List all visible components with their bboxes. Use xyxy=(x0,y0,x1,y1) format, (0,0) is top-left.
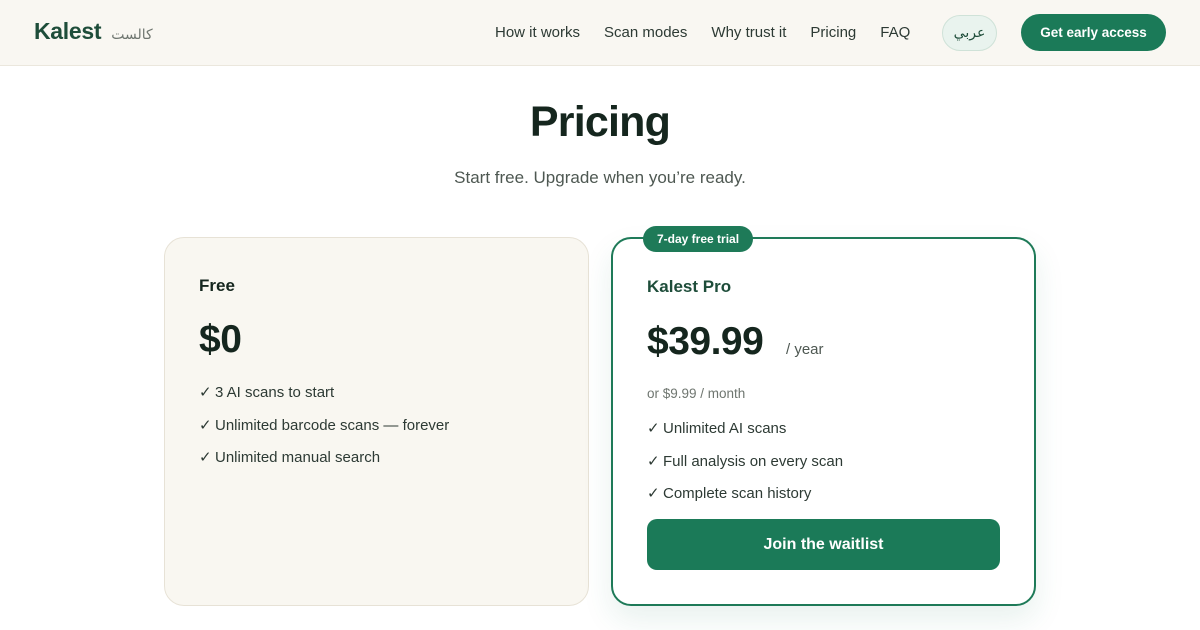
feature-item: ✓ Unlimited AI scans xyxy=(647,420,843,453)
logo-arabic-text: كالست xyxy=(111,27,153,43)
check-icon: ✓ xyxy=(199,416,212,434)
join-waitlist-button[interactable]: Join the waitlist xyxy=(647,519,1000,570)
feature-list: ✓ Unlimited AI scans ✓ Full analysis on ev… xyxy=(647,420,843,518)
nav-link-how-it-works[interactable]: How it works xyxy=(495,24,580,41)
logo[interactable]: Kalest كالست xyxy=(34,18,153,45)
main-nav: How it works Scan modes Why trust it Pri… xyxy=(495,0,910,64)
get-early-access-button[interactable]: Get early access xyxy=(1021,14,1166,51)
nav-link-scan-modes[interactable]: Scan modes xyxy=(604,24,687,41)
pro-plan-card: Kalest Pro $39.99 / year or $9.99 / mont… xyxy=(611,237,1036,606)
page-title: Pricing xyxy=(529,98,671,146)
site-header: Kalest كالست How it works Scan modes Why… xyxy=(0,0,1200,66)
feature-label: Unlimited AI scans xyxy=(663,420,787,437)
feature-label: Full analysis on every scan xyxy=(663,452,844,470)
monthly-price-note: or $9.99 / month xyxy=(647,386,746,401)
plan-name: Kalest Pro xyxy=(647,277,732,296)
check-icon: ✓ xyxy=(647,420,660,437)
plan-price: $0 xyxy=(199,318,242,361)
check-icon: ✓ xyxy=(199,449,212,466)
feature-label: 3 AI scans to start xyxy=(215,384,335,401)
trial-badge: 7-day free trial xyxy=(643,226,754,252)
free-plan-card: Free $0 ✓ 3 AI scans to start ✓ Unlimited … xyxy=(164,237,589,606)
feature-item: ✓ Complete scan history xyxy=(647,485,843,518)
plan-period: / year xyxy=(786,341,824,358)
nav-link-faq[interactable]: FAQ xyxy=(880,24,910,41)
feature-label: Complete scan history xyxy=(663,485,812,502)
language-toggle-button[interactable]: عربي xyxy=(942,15,997,51)
plan-name: Free xyxy=(199,276,235,295)
feature-item: ✓ Unlimited manual search xyxy=(199,449,449,482)
feature-list: ✓ 3 AI scans to start ✓ Unlimited barcode … xyxy=(199,384,449,482)
feature-item: ✓ Unlimited barcode scans — forever xyxy=(199,417,449,450)
logo-text: Kalest xyxy=(34,18,102,44)
nav-link-pricing[interactable]: Pricing xyxy=(810,24,856,41)
nav-link-why-trust-it[interactable]: Why trust it xyxy=(711,24,786,41)
feature-item: ✓ 3 AI scans to start xyxy=(199,384,449,417)
page-subtitle: Start free. Upgrade when you’re ready. xyxy=(454,168,746,187)
check-icon: ✓ xyxy=(647,485,660,502)
feature-label: Unlimited barcode scans — forever xyxy=(215,416,450,434)
check-icon: ✓ xyxy=(199,384,212,401)
plan-price: $39.99 xyxy=(647,320,764,363)
check-icon: ✓ xyxy=(647,452,660,470)
feature-item: ✓ Full analysis on every scan xyxy=(647,453,843,486)
feature-label: Unlimited manual search xyxy=(215,449,381,466)
